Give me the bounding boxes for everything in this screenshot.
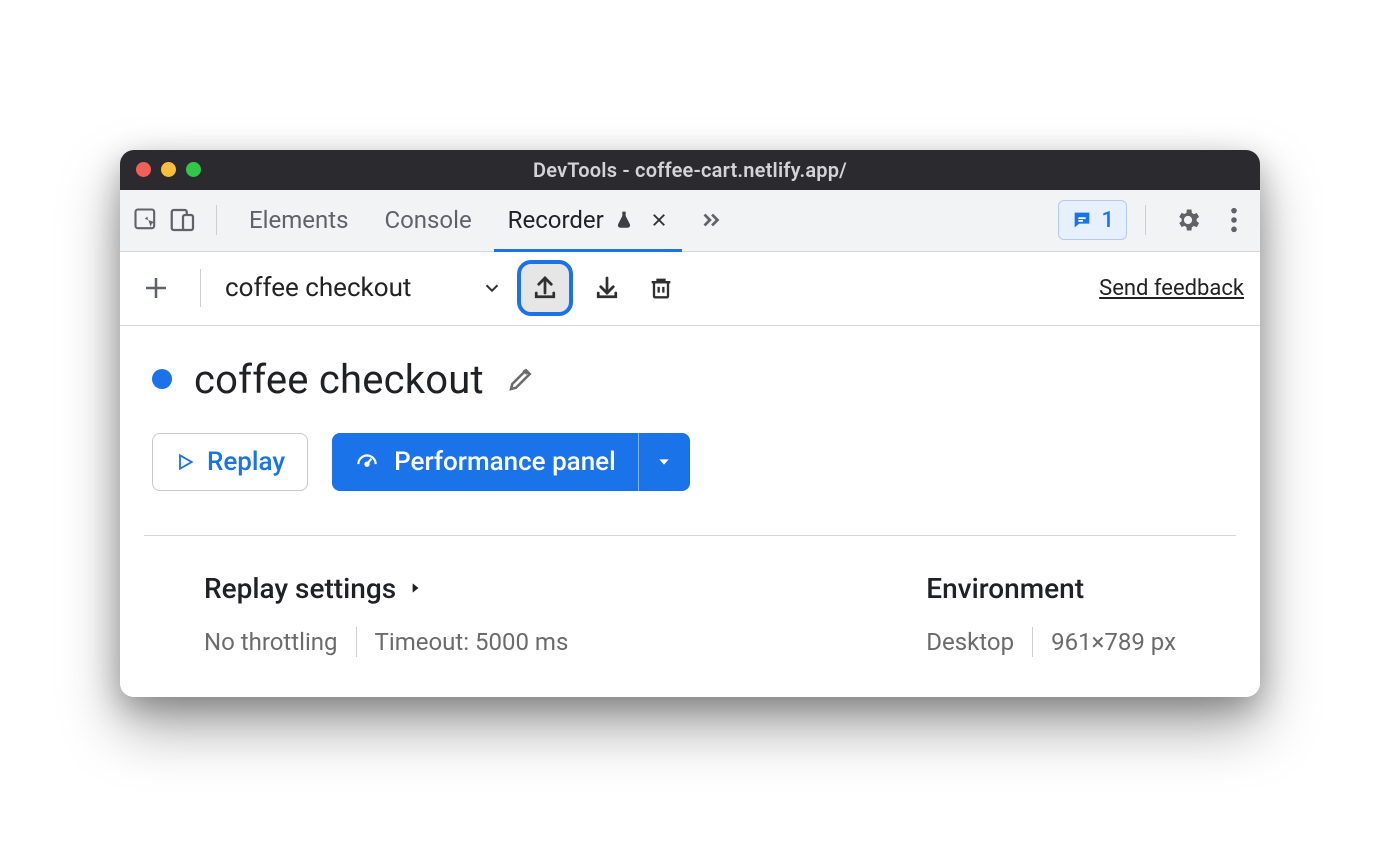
- more-options-icon[interactable]: [1220, 206, 1248, 234]
- chevron-down-icon: [481, 277, 503, 299]
- performance-label: Performance panel: [394, 447, 616, 477]
- window-title: DevTools - coffee-cart.netlify.app/: [120, 158, 1260, 182]
- timeout-value: Timeout: 5000 ms: [375, 628, 569, 656]
- recorder-toolbar: coffee checkout Send feedback: [120, 252, 1260, 326]
- export-icon: [530, 273, 560, 303]
- recording-title-row: coffee checkout: [144, 356, 1236, 403]
- recorder-main: coffee checkout Replay Performance panel: [120, 326, 1260, 697]
- devtools-tabs-bar: Elements Console Recorder 1: [120, 190, 1260, 252]
- message-icon: [1071, 209, 1093, 231]
- inspect-element-icon[interactable]: [132, 206, 160, 234]
- import-icon: [592, 273, 622, 303]
- more-tabs-icon[interactable]: [698, 207, 724, 233]
- window-titlebar: DevTools - coffee-cart.netlify.app/: [120, 150, 1260, 190]
- tab-label: Elements: [249, 206, 348, 234]
- environment-heading: Environment: [926, 572, 1176, 605]
- issues-button[interactable]: 1: [1058, 200, 1127, 240]
- devtools-window: DevTools - coffee-cart.netlify.app/ Elem…: [120, 150, 1260, 697]
- caret-down-icon: [656, 454, 672, 470]
- recording-selector[interactable]: coffee checkout: [225, 273, 503, 303]
- separator: [200, 269, 201, 307]
- performance-button-group: Performance panel: [332, 433, 690, 491]
- environment-values: Desktop 961×789 px: [926, 627, 1176, 657]
- settings-icon[interactable]: [1164, 206, 1212, 234]
- delete-recording-button[interactable]: [641, 268, 681, 308]
- close-window-button[interactable]: [136, 162, 151, 177]
- device-toolbar-icon[interactable]: [168, 205, 198, 235]
- send-feedback-link[interactable]: Send feedback: [1099, 276, 1244, 301]
- tab-recorder[interactable]: Recorder: [494, 189, 682, 251]
- replay-settings-values: No throttling Timeout: 5000 ms: [204, 627, 568, 657]
- replay-button[interactable]: Replay: [152, 433, 308, 491]
- separator: [1145, 205, 1146, 235]
- environment-heading-label: Environment: [926, 572, 1084, 605]
- issues-count: 1: [1101, 208, 1114, 233]
- separator: [356, 627, 357, 657]
- trash-icon: [647, 274, 675, 302]
- edit-title-button[interactable]: [506, 364, 536, 394]
- recording-settings: Replay settings No throttling Timeout: 5…: [144, 535, 1236, 673]
- gauge-icon: [354, 449, 380, 475]
- tab-elements[interactable]: Elements: [235, 189, 362, 251]
- zoom-window-button[interactable]: [186, 162, 201, 177]
- performance-panel-button[interactable]: Performance panel: [332, 433, 638, 491]
- traffic-lights: [120, 162, 201, 177]
- expand-right-icon: [408, 579, 422, 597]
- new-recording-button[interactable]: [136, 268, 176, 308]
- viewport-size: 961×789 px: [1051, 628, 1176, 656]
- recording-status-dot: [152, 369, 172, 389]
- minimize-window-button[interactable]: [161, 162, 176, 177]
- recording-title: coffee checkout: [194, 356, 484, 403]
- tab-console[interactable]: Console: [370, 189, 485, 251]
- import-recording-button[interactable]: [587, 268, 627, 308]
- replay-settings-column: Replay settings No throttling Timeout: 5…: [204, 572, 568, 657]
- close-tab-icon[interactable]: [650, 211, 668, 229]
- throttling-value: No throttling: [204, 628, 338, 656]
- environment-device: Desktop: [926, 628, 1014, 656]
- tab-label: Recorder: [508, 206, 604, 234]
- replay-label: Replay: [207, 447, 285, 477]
- export-recording-button[interactable]: [517, 260, 573, 316]
- replay-settings-heading-label: Replay settings: [204, 572, 396, 605]
- separator: [1032, 627, 1033, 657]
- separator: [216, 205, 217, 235]
- recording-selector-value: coffee checkout: [225, 273, 411, 303]
- environment-column: Environment Desktop 961×789 px: [926, 572, 1176, 657]
- flask-icon: [614, 209, 634, 231]
- tab-label: Console: [384, 206, 471, 234]
- play-icon: [175, 451, 195, 473]
- performance-dropdown-button[interactable]: [638, 433, 690, 491]
- replay-settings-heading[interactable]: Replay settings: [204, 572, 568, 605]
- recording-actions: Replay Performance panel: [144, 433, 1236, 491]
